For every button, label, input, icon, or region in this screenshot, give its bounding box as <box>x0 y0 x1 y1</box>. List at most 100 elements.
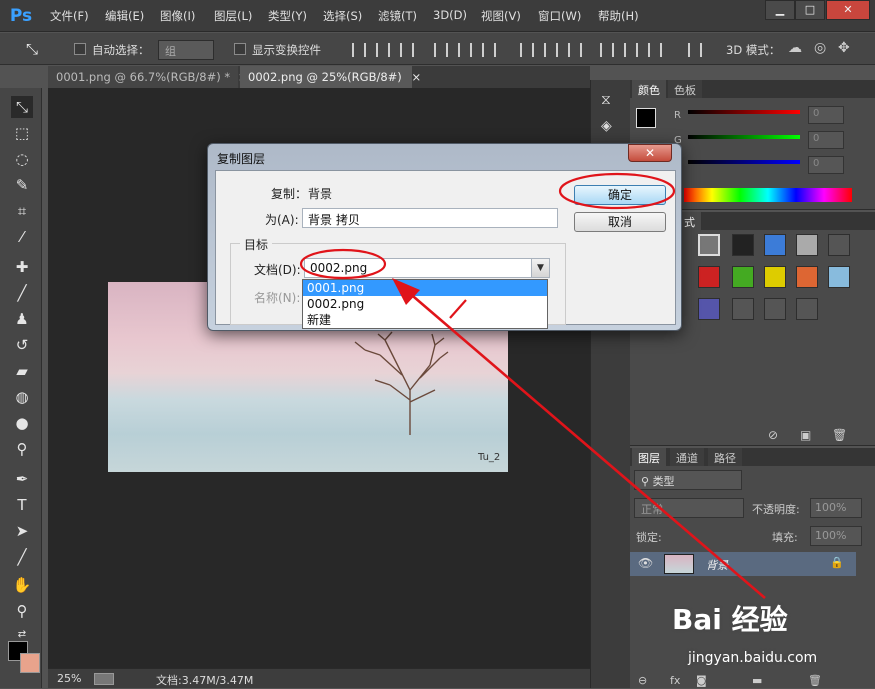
chevron-down-icon[interactable]: ▼ <box>531 259 549 277</box>
pen-tool-icon[interactable]: ✒ <box>11 468 33 490</box>
tab-close-icon[interactable]: × <box>411 70 421 84</box>
style-swatch[interactable] <box>698 266 720 288</box>
color-spectrum[interactable] <box>684 188 852 202</box>
eyedropper-tool-icon[interactable]: ⁄ <box>11 226 33 248</box>
tab-channels[interactable]: 通道 <box>670 448 704 466</box>
healing-brush-icon[interactable]: ✚ <box>11 256 33 278</box>
distribute-hcenter-icon[interactable] <box>624 43 638 57</box>
style-swatch[interactable] <box>764 234 786 256</box>
align-hcenter-icon[interactable] <box>458 43 472 57</box>
distribute-bottom-icon[interactable] <box>568 43 582 57</box>
clone-stamp-icon[interactable]: ♟ <box>11 308 33 330</box>
auto-select-dropdown[interactable]: 组 <box>158 40 214 60</box>
move-tool-icon[interactable]: ⤡ <box>26 40 38 58</box>
style-swatch[interactable] <box>732 298 754 320</box>
style-swatch[interactable] <box>732 266 754 288</box>
opacity-field[interactable]: 100% <box>810 498 862 518</box>
blur-tool-icon[interactable]: ● <box>11 412 33 434</box>
align-top-icon[interactable] <box>352 43 366 57</box>
distribute-left-icon[interactable] <box>600 43 614 57</box>
tab-color[interactable]: 颜色 <box>632 80 666 98</box>
path-select-icon[interactable]: ➤ <box>11 520 33 542</box>
minimize-button[interactable]: ▁ <box>765 0 795 20</box>
line-tool-icon[interactable]: ╱ <box>11 546 33 568</box>
menu-image[interactable]: 图像(I) <box>160 8 195 24</box>
style-swatch[interactable] <box>698 234 720 256</box>
history-panel-icon[interactable]: ⧖ <box>601 92 611 108</box>
auto-select-checkbox[interactable] <box>74 43 86 55</box>
quick-select-tool-icon[interactable]: ✎ <box>11 174 33 196</box>
align-right-icon[interactable] <box>482 43 496 57</box>
green-slider[interactable] <box>688 135 800 139</box>
eraser-tool-icon[interactable]: ▰ <box>11 360 33 382</box>
brush-tool-icon[interactable]: ╱ <box>11 282 33 304</box>
clear-style-icon[interactable]: ⊘ <box>768 428 778 442</box>
3d-panel-icon[interactable]: ◈ <box>601 118 612 134</box>
dodge-tool-icon[interactable]: ⚲ <box>11 438 33 460</box>
mask-icon[interactable]: ◙ <box>696 674 707 687</box>
blue-value[interactable]: 0 <box>808 156 844 174</box>
crop-tool-icon[interactable]: ⌗ <box>11 200 33 222</box>
menu-3d[interactable]: 3D(D) <box>433 8 467 22</box>
lasso-tool-icon[interactable]: ◌ <box>11 148 33 170</box>
new-group-icon[interactable]: ▬ <box>752 674 762 687</box>
dropdown-option-0002[interactable]: 0002.png <box>303 296 547 312</box>
distribute-right-icon[interactable] <box>648 43 662 57</box>
style-swatch[interactable] <box>732 234 754 256</box>
tab-0002[interactable]: 0002.png @ 25%(RGB/8#) × <box>240 66 421 88</box>
move-tool-icon[interactable]: ⤡ <box>11 96 33 118</box>
fx-icon[interactable]: fx <box>670 674 680 687</box>
hand-tool-icon[interactable]: ✋ <box>11 574 33 596</box>
history-brush-icon[interactable]: ↺ <box>11 334 33 356</box>
paint-bucket-icon[interactable]: ◍ <box>11 386 33 408</box>
blend-mode-dropdown[interactable]: 正常 <box>634 498 744 518</box>
style-swatch[interactable] <box>796 298 818 320</box>
menu-layer[interactable]: 图层(L) <box>214 8 252 24</box>
menu-select[interactable]: 选择(S) <box>323 8 362 24</box>
menu-type[interactable]: 类型(Y) <box>268 8 307 24</box>
cancel-button[interactable]: 取消 <box>574 212 666 232</box>
menu-help[interactable]: 帮助(H) <box>598 8 639 24</box>
style-swatch[interactable] <box>828 266 850 288</box>
red-slider[interactable] <box>688 110 800 114</box>
menu-view[interactable]: 视图(V) <box>481 8 521 24</box>
fill-field[interactable]: 100% <box>810 526 862 546</box>
blue-slider[interactable] <box>688 160 800 164</box>
distribute-vcenter-icon[interactable] <box>544 43 558 57</box>
auto-align-icon[interactable] <box>688 43 702 57</box>
menu-edit[interactable]: 编辑(E) <box>105 8 144 24</box>
3d-drag-icon[interactable]: ✥ <box>838 40 850 56</box>
window-close-button[interactable]: ✕ <box>826 0 870 20</box>
style-swatch[interactable] <box>796 266 818 288</box>
ok-button[interactable]: 确定 <box>574 185 666 205</box>
dropdown-option-0001[interactable]: 0001.png <box>303 280 547 296</box>
style-swatch[interactable] <box>764 266 786 288</box>
red-value[interactable]: 0 <box>808 106 844 124</box>
distribute-top-icon[interactable] <box>520 43 534 57</box>
visibility-eye-icon[interactable]: 👁 <box>638 556 653 570</box>
document-select[interactable]: 0002.png ▼ <box>304 258 550 278</box>
delete-layer-icon[interactable]: 🗑 <box>808 674 822 687</box>
new-style-icon[interactable]: ▣ <box>800 428 811 442</box>
delete-style-icon[interactable]: 🗑 <box>832 428 847 442</box>
align-bottom-icon[interactable] <box>400 43 414 57</box>
style-swatch[interactable] <box>828 234 850 256</box>
zoom-level[interactable]: 25% <box>57 672 81 685</box>
style-swatch[interactable] <box>796 234 818 256</box>
document-size[interactable]: 文档:3.47M/3.47M <box>156 672 253 688</box>
zoom-tool-icon[interactable]: ⚲ <box>11 600 33 622</box>
layer-name[interactable]: 背景 <box>706 557 728 573</box>
style-swatch[interactable] <box>764 298 786 320</box>
menu-window[interactable]: 窗口(W) <box>538 8 581 24</box>
align-vcenter-icon[interactable] <box>376 43 390 57</box>
3d-rotate-icon[interactable]: ☁ <box>788 40 802 56</box>
type-tool-icon[interactable]: T <box>11 494 33 516</box>
background-color-swatch[interactable] <box>20 653 40 673</box>
status-icon[interactable] <box>94 673 114 685</box>
green-value[interactable]: 0 <box>808 131 844 149</box>
layer-name-input[interactable]: 背景 拷贝 <box>302 208 558 228</box>
show-transform-checkbox[interactable] <box>234 43 246 55</box>
layer-filter-dropdown[interactable]: ⚲ 类型 <box>634 470 742 490</box>
menu-filter[interactable]: 滤镜(T) <box>378 8 417 24</box>
dialog-close-button[interactable]: ✕ <box>628 144 672 162</box>
